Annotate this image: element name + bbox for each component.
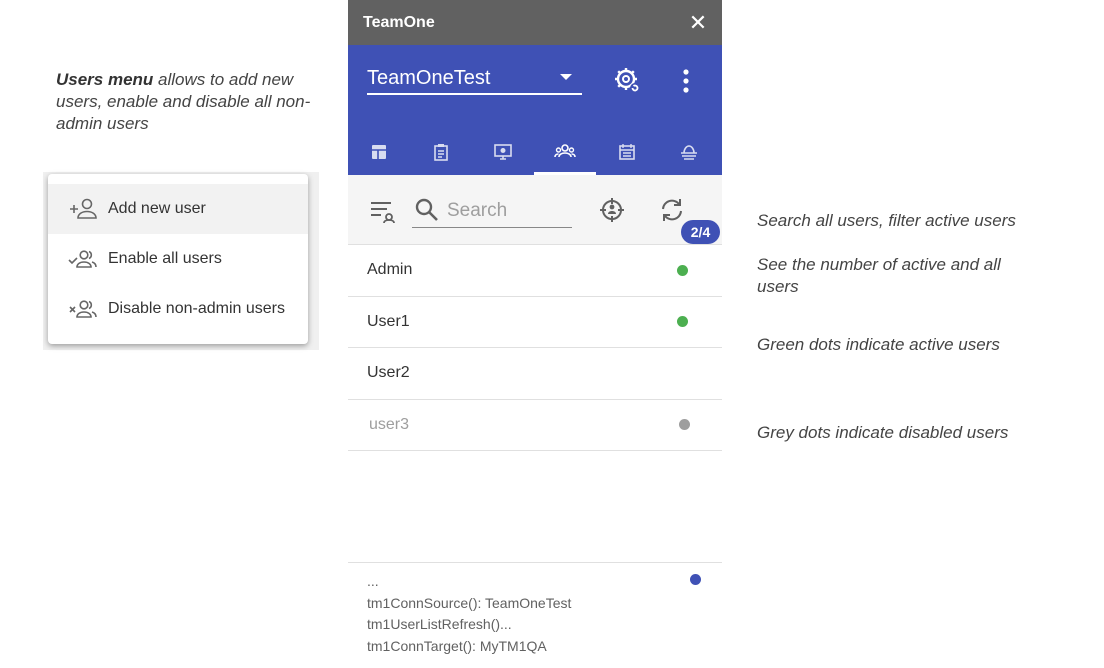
log-line: tm1UserListRefresh()... [367,616,512,632]
menu-item-label: Disable non-admin users [108,300,285,317]
user-list: Admin User1 User2 user3 [348,245,722,451]
users-icon [554,143,576,157]
menu-item-enable-all[interactable]: Enable all users [48,234,308,284]
connection-select[interactable]: TeamOneTest [367,65,582,95]
user-name: user3 [369,415,410,433]
search-input[interactable] [447,200,567,222]
filter-list-icon[interactable] [369,199,395,223]
user-toolbar: 2/4 [348,175,722,245]
user-name: User1 [367,312,410,330]
tab-users[interactable] [534,129,596,175]
log-line: ... [367,573,379,589]
menu-item-label: Add new user [108,200,206,217]
panel-title: TeamOne [363,13,435,31]
log-line: tm1ConnTarget(): MyTM1QA [367,637,547,654]
calendar-icon [619,144,635,160]
connection-value: TeamOneTest [367,67,491,89]
teamone-panel: TeamOne ✕ TeamOneTest Search 2/4 Admin U… [348,0,722,668]
tab-calendar[interactable] [596,129,658,175]
refresh-icon[interactable] [658,196,686,224]
hat-icon [681,145,697,160]
disabled-status-dot [679,419,690,431]
person-add-icon [68,197,98,221]
log-line: tm1ConnSource(): TeamOneTest [367,594,572,611]
monitor-icon [494,144,512,160]
tab-dashboard[interactable] [348,129,410,175]
dashboard-icon [372,145,386,159]
search-annotation: Search all users, filter active users [757,211,1016,230]
active-status-dot [677,316,688,328]
tab-monitor[interactable] [472,129,534,175]
grey-dot-annotation: Grey dots indicate disabled users [757,423,1009,442]
connection-status-dot [690,574,701,585]
user-row[interactable]: User1 [348,297,722,348]
settings-gear-icon[interactable] [613,66,641,94]
user-row[interactable]: Admin [348,245,722,297]
menu-item-disable-non-admin[interactable]: Disable non-admin users [48,284,308,334]
tab-hat[interactable] [658,129,720,175]
user-count-badge: 2/4 [681,220,720,244]
close-icon[interactable]: ✕ [688,11,708,34]
search-icon [415,198,438,221]
header: TeamOneTest [348,45,722,175]
tab-clipboard[interactable] [410,129,472,175]
user-name: User2 [367,364,410,382]
active-status-dot [677,264,688,276]
people-check-icon [68,247,98,271]
menu-item-label: Enable all users [108,250,222,267]
log-area: ... tm1ConnSource(): TeamOneTest tm1User… [348,562,722,668]
green-dot-annotation: Green dots indicate active users [757,335,1000,354]
people-remove-icon [68,297,98,321]
menu-item-add-user[interactable]: Add new user [48,184,308,234]
users-menu-annotation: Users menu allows to add new users, enab… [56,69,316,135]
more-vert-icon[interactable] [681,68,691,94]
user-row[interactable]: User2 [348,348,722,400]
clipboard-icon [434,144,448,161]
search-box[interactable] [412,195,572,228]
crosshair-icon[interactable] [598,196,626,224]
users-menu: Add new user Enable all users Disable no… [48,174,308,344]
users-menu-annotation-bold: Users menu [56,70,154,89]
tab-bar [348,129,722,175]
user-row[interactable]: user3 [348,400,722,451]
count-annotation: See the number of active and all users [757,255,1001,296]
user-name: Admin [367,261,413,279]
dropdown-arrow-icon [560,74,572,80]
title-bar: TeamOne ✕ [348,0,722,45]
